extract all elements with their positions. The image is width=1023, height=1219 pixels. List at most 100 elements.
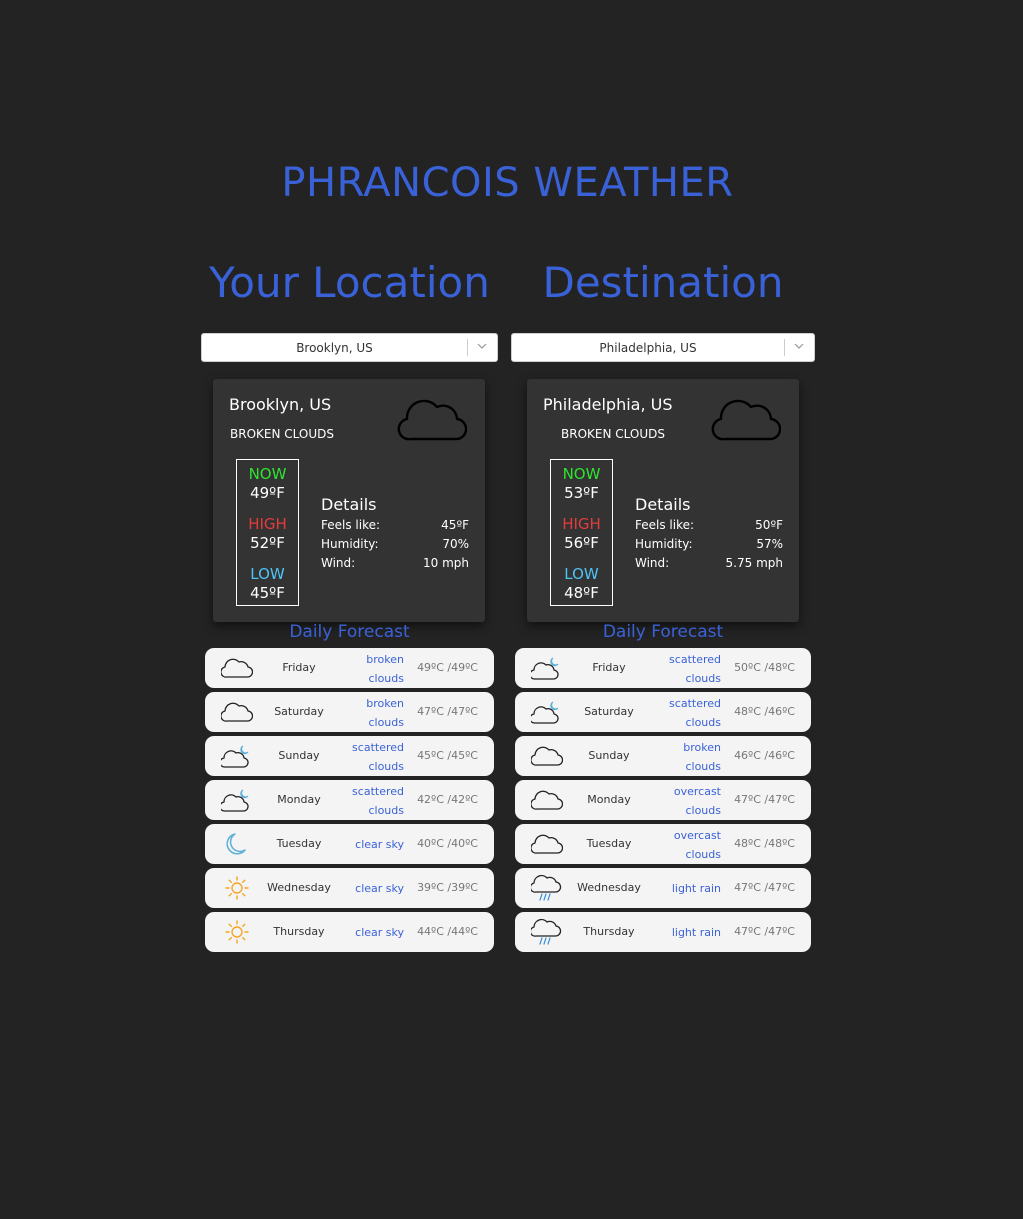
forecast-row-friday: Friday broken clouds 49ºC /49ºC — [205, 648, 494, 688]
forecast-description-line: clouds — [685, 672, 721, 685]
now-label: NOW — [562, 465, 601, 483]
location-select[interactable]: Brooklyn, US — [201, 333, 498, 362]
cloud-icon — [221, 658, 253, 678]
cloud-moon-icon — [531, 657, 559, 680]
forecast-description-line: scattered — [352, 785, 404, 798]
forecast-row-saturday: Saturday scattered clouds 48ºC /46ºC — [515, 692, 811, 732]
details-title: Details — [321, 495, 377, 514]
forecast-description-line: scattered — [669, 697, 721, 710]
chevron-down-icon[interactable] — [794, 341, 804, 351]
forecast-description-line: clouds — [685, 848, 721, 861]
forecast-description-line: broken — [366, 697, 404, 710]
forecast-row-monday: Monday scattered clouds 42ºC /42ºC — [205, 780, 494, 820]
card-description: BROKEN CLOUDS — [230, 427, 334, 441]
forecast-temperature: 47ºC /47ºC — [734, 881, 795, 894]
card-city: Brooklyn, US — [229, 395, 332, 414]
forecast-temperature: 45ºC /45ºC — [417, 749, 478, 762]
sun-icon — [225, 876, 249, 900]
daily-forecast-list: Friday broken clouds 49ºC /49ºC Saturday brok… — [205, 648, 494, 956]
forecast-description: scattered clouds — [324, 782, 404, 820]
forecast-day: Sunday — [588, 749, 630, 762]
temperature-box: NOW 53ºF HIGH 56ºF LOW 48ºF — [550, 459, 613, 606]
forecast-description-line: clear sky — [355, 882, 404, 895]
forecast-description: clear sky — [324, 835, 404, 854]
humidity-value: 70% — [442, 537, 469, 551]
forecast-row-tuesday: Tuesday clear sky 40ºC /40ºC — [205, 824, 494, 864]
forecast-temperature: 46ºC /46ºC — [734, 749, 795, 762]
forecast-description-line: clouds — [368, 804, 404, 817]
forecast-description-line: clouds — [368, 716, 404, 729]
cloud-icon — [531, 834, 563, 854]
forecast-description: light rain — [641, 879, 721, 898]
forecast-description-line: overcast — [673, 829, 721, 842]
high-value: 52ºF — [250, 534, 285, 552]
forecast-description: broken clouds — [324, 650, 404, 688]
cloud-icon — [221, 702, 253, 722]
wind-row: Wind: 10 mph — [321, 554, 469, 573]
app-title: PHRANCOIS WEATHER — [281, 160, 734, 206]
forecast-description-line: scattered — [669, 653, 721, 666]
now-value: 53ºF — [564, 484, 599, 502]
forecast-row-thursday: Thursday light rain 47ºC /47ºC — [515, 912, 811, 952]
humidity-label: Humidity: — [635, 537, 693, 551]
chevron-down-icon[interactable] — [477, 341, 487, 351]
forecast-row-tuesday: Tuesday overcast clouds 48ºC /48ºC — [515, 824, 811, 864]
forecast-temperature: 48ºC /46ºC — [734, 705, 795, 718]
cloud-icon — [711, 399, 781, 441]
destination-select[interactable]: Philadelphia, US — [511, 333, 815, 362]
forecast-row-sunday: Sunday scattered clouds 45ºC /45ºC — [205, 736, 494, 776]
select-separator — [784, 339, 785, 356]
high-value: 56ºF — [564, 534, 599, 552]
daily-forecast-list: Friday scattered clouds 50ºC /48ºC Saturday s… — [515, 648, 811, 956]
forecast-description-line: clouds — [368, 760, 404, 773]
forecast-description: overcast clouds — [641, 826, 721, 864]
current-weather-card: Brooklyn, US BROKEN CLOUDS NOW 49ºF HIGH… — [213, 379, 485, 622]
humidity-label: Humidity: — [321, 537, 379, 551]
high-label: HIGH — [248, 515, 287, 533]
forecast-description-line: light rain — [671, 926, 721, 939]
forecast-description: clear sky — [324, 879, 404, 898]
feels-like-value: 45ºF — [441, 518, 469, 532]
forecast-temperature: 47ºC /47ºC — [417, 705, 478, 718]
forecast-description-line: light rain — [671, 882, 721, 895]
forecast-row-thursday: Thursday clear sky 44ºC /44ºC — [205, 912, 494, 952]
forecast-description-line: overcast — [673, 785, 721, 798]
rain-icon — [531, 919, 562, 945]
low-label: LOW — [564, 565, 599, 583]
humidity-row: Humidity: 70% — [321, 535, 469, 554]
forecast-temperature: 49ºC /49ºC — [417, 661, 478, 674]
now-label: NOW — [248, 465, 287, 483]
details-panel: Details Feels like: 45ºF Humidity: 70% W… — [321, 495, 469, 573]
location-select-value: Brooklyn, US — [296, 341, 373, 355]
temperature-box: NOW 49ºF HIGH 52ºF LOW 45ºF — [236, 459, 299, 606]
feels-like-label: Feels like: — [321, 518, 381, 532]
forecast-row-sunday: Sunday broken clouds 46ºC /46ºC — [515, 736, 811, 776]
forecast-day: Wednesday — [577, 881, 641, 894]
forecast-description: clear sky — [324, 923, 404, 942]
forecast-description: broken clouds — [641, 738, 721, 776]
forecast-description: scattered clouds — [324, 738, 404, 776]
forecast-temperature: 47ºC /47ºC — [734, 925, 795, 938]
your-location-heading: Your Location — [209, 258, 490, 307]
forecast-description-line: broken — [366, 653, 404, 666]
forecast-temperature: 50ºC /48ºC — [734, 661, 795, 674]
forecast-description: scattered clouds — [641, 650, 721, 688]
daily-forecast-heading: Daily Forecast — [602, 622, 724, 642]
forecast-row-friday: Friday scattered clouds 50ºC /48ºC — [515, 648, 811, 688]
forecast-description-line: clouds — [685, 804, 721, 817]
forecast-temperature: 40ºC /40ºC — [417, 837, 478, 850]
details-panel: Details Feels like: 50ºF Humidity: 57% W… — [635, 495, 783, 573]
forecast-row-monday: Monday overcast clouds 47ºC /47ºC — [515, 780, 811, 820]
forecast-description-line: clear sky — [355, 838, 404, 851]
forecast-description-line: clear sky — [355, 926, 404, 939]
now-value: 49ºF — [250, 484, 285, 502]
moon-icon — [226, 833, 246, 855]
forecast-day: Thursday — [583, 925, 635, 938]
wind-value: 10 mph — [423, 556, 469, 570]
forecast-temperature: 44ºC /44ºC — [417, 925, 478, 938]
forecast-row-saturday: Saturday broken clouds 47ºC /47ºC — [205, 692, 494, 732]
low-label: LOW — [250, 565, 285, 583]
feels-like-label: Feels like: — [635, 518, 695, 532]
high-label: HIGH — [562, 515, 601, 533]
forecast-day: Tuesday — [586, 837, 632, 850]
